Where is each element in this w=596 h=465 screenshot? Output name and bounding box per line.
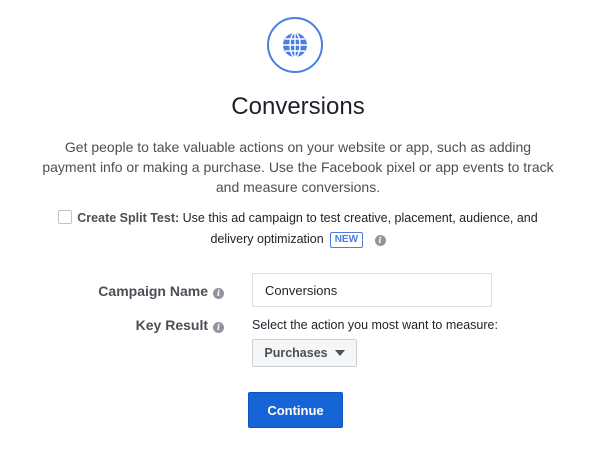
globe-icon [267,17,323,73]
campaign-name-input[interactable] [252,273,492,307]
info-icon[interactable]: i [374,235,386,246]
info-icon[interactable]: i [213,321,224,333]
objective-description: Get people to take valuable actions on y… [42,139,554,195]
split-test-label[interactable]: Create Split Test: [77,211,179,225]
globe-icon-svg [283,32,307,58]
key-result-label: Key Result [135,317,208,333]
key-result-selected: Purchases [264,346,328,360]
continue-button[interactable]: Continue [248,392,343,428]
page-title: Conversions [231,93,365,120]
info-icon[interactable]: i [213,287,224,299]
split-test-checkbox[interactable] [58,210,73,224]
key-result-label-row: Key Result i [60,317,224,333]
campaign-name-label: Campaign Name [98,283,208,299]
caret-down-icon [334,350,345,356]
new-badge: NEW [329,232,364,248]
split-test-row: Create Split Test: Use this ad campaign … [40,208,556,250]
key-result-dropdown[interactable]: Purchases [252,339,357,367]
campaign-name-label-row: Campaign Name i [60,283,224,299]
key-result-description: Select the action you most want to measu… [252,318,498,332]
